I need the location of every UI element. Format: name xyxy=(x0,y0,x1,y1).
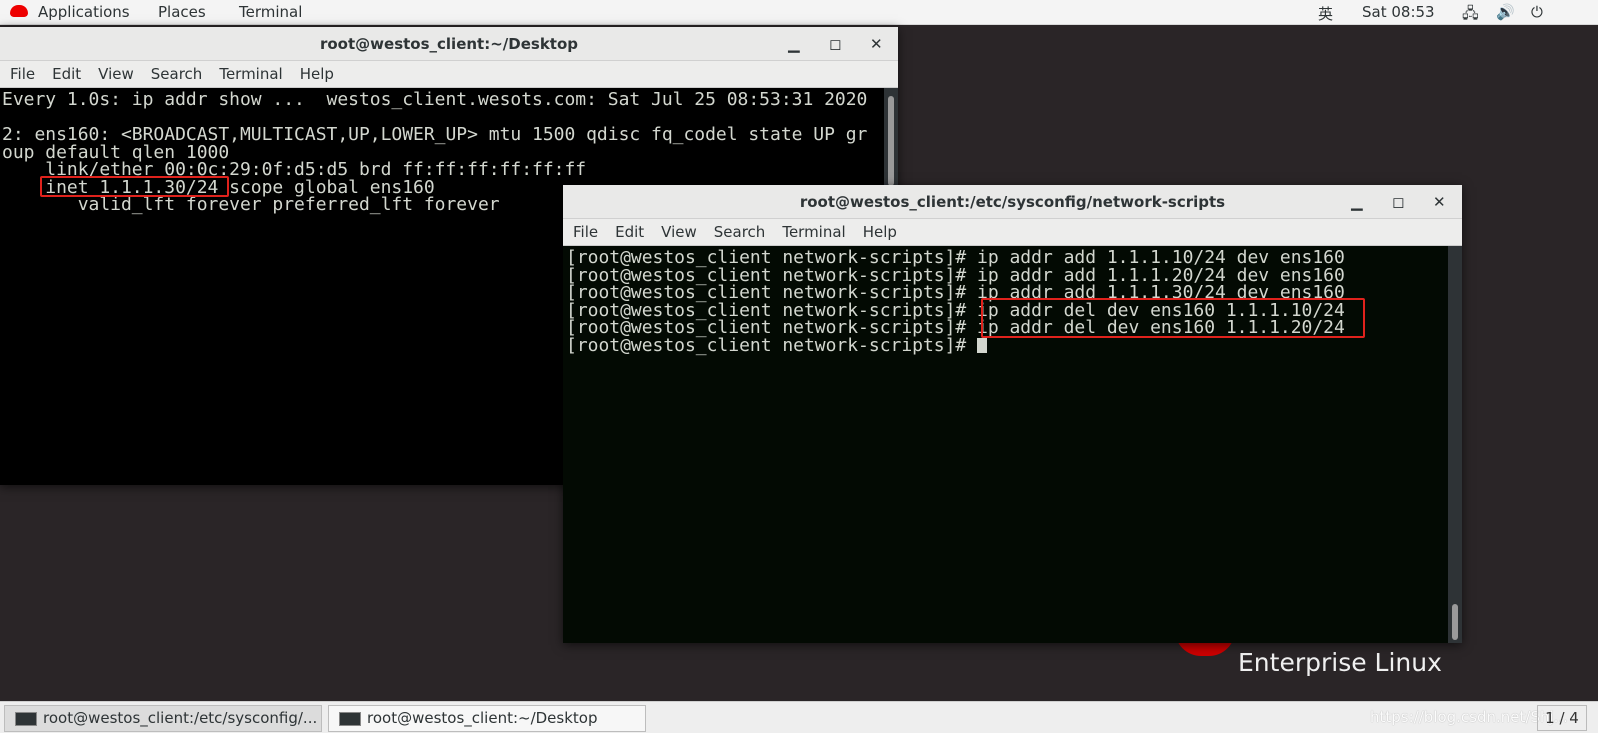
scrollbar-thumb[interactable] xyxy=(1452,604,1458,640)
output-line: Every 1.0s: ip addr show ... westos_clie… xyxy=(2,89,868,110)
redhat-icon xyxy=(10,5,28,17)
window-title: root@westos_client:~/Desktop xyxy=(319,35,579,53)
prompt-line: [root@westos_client network-scripts]# xyxy=(566,334,978,356)
menu-search[interactable]: Search xyxy=(714,223,766,241)
terminal-output[interactable]: [root@westos_client network-scripts]# ip… xyxy=(563,246,1462,643)
taskbar-item-network-scripts[interactable]: root@westos_client:/etc/sysconfig/... xyxy=(4,705,322,732)
terminal-app-menu[interactable]: Terminal xyxy=(239,3,302,21)
highlight-box xyxy=(40,176,229,197)
network-icon[interactable]: 🖧 xyxy=(1462,3,1479,28)
task-label: root@westos_client:/etc/sysconfig/... xyxy=(43,709,318,727)
menu-search[interactable]: Search xyxy=(151,65,203,83)
terminal-icon xyxy=(339,712,361,726)
title-bar[interactable]: root@westos_client:/etc/sysconfig/networ… xyxy=(563,185,1462,219)
applications-menu[interactable]: Applications xyxy=(38,3,130,21)
terminal-icon xyxy=(15,712,37,726)
scrollbar-thumb[interactable] xyxy=(888,96,894,186)
command-line: [root@westos_client network-scripts]# ip… xyxy=(566,247,1345,268)
menu-edit[interactable]: Edit xyxy=(52,65,81,83)
maximize-button[interactable]: ◻ xyxy=(1392,185,1404,219)
output-line: 2: ens160: <BROADCAST,MULTICAST,UP,LOWER… xyxy=(2,124,868,145)
logo-text: Enterprise Linux xyxy=(1238,648,1442,677)
terminal-window-network-scripts[interactable]: root@westos_client:/etc/sysconfig/networ… xyxy=(563,185,1462,643)
menu-help[interactable]: Help xyxy=(863,223,897,241)
minimize-button[interactable]: ▁ xyxy=(1351,185,1363,219)
scrollbar[interactable] xyxy=(1448,246,1462,643)
window-title: root@westos_client:/etc/sysconfig/networ… xyxy=(799,193,1226,211)
menu-bar: File Edit View Search Terminal Help xyxy=(0,61,898,88)
menu-edit[interactable]: Edit xyxy=(615,223,644,241)
power-icon[interactable]: ⏻ xyxy=(1531,3,1543,21)
menu-terminal[interactable]: Terminal xyxy=(782,223,845,241)
minimize-button[interactable]: ▁ xyxy=(788,27,800,61)
menu-help[interactable]: Help xyxy=(300,65,334,83)
taskbar: root@westos_client:/etc/sysconfig/... ro… xyxy=(0,701,1598,733)
menu-view[interactable]: View xyxy=(98,65,134,83)
input-method-indicator[interactable]: 英 xyxy=(1318,3,1333,24)
bottom-margin xyxy=(0,733,1598,747)
workspace-indicator[interactable]: 1 / 4 xyxy=(1537,705,1587,731)
maximize-button[interactable]: ◻ xyxy=(829,27,841,61)
title-bar[interactable]: root@westos_client:~/Desktop ▁ ◻ ✕ xyxy=(0,27,898,61)
highlight-box xyxy=(981,298,1365,338)
close-button[interactable]: ✕ xyxy=(1433,185,1446,219)
volume-icon[interactable]: 🔊 xyxy=(1496,3,1515,21)
menu-terminal[interactable]: Terminal xyxy=(219,65,282,83)
taskbar-item-desktop[interactable]: root@westos_client:~/Desktop xyxy=(328,705,646,732)
menu-view[interactable]: View xyxy=(661,223,697,241)
menu-bar: File Edit View Search Terminal Help xyxy=(563,219,1462,246)
places-menu[interactable]: Places xyxy=(158,3,206,21)
text-cursor xyxy=(977,337,988,353)
task-label: root@westos_client:~/Desktop xyxy=(367,709,598,727)
top-bar: Applications Places Terminal 英 Sat 08:53… xyxy=(0,0,1598,25)
clock[interactable]: Sat 08:53 xyxy=(1362,3,1435,21)
menu-file[interactable]: File xyxy=(573,223,598,241)
menu-file[interactable]: File xyxy=(10,65,35,83)
close-button[interactable]: ✕ xyxy=(870,27,883,61)
